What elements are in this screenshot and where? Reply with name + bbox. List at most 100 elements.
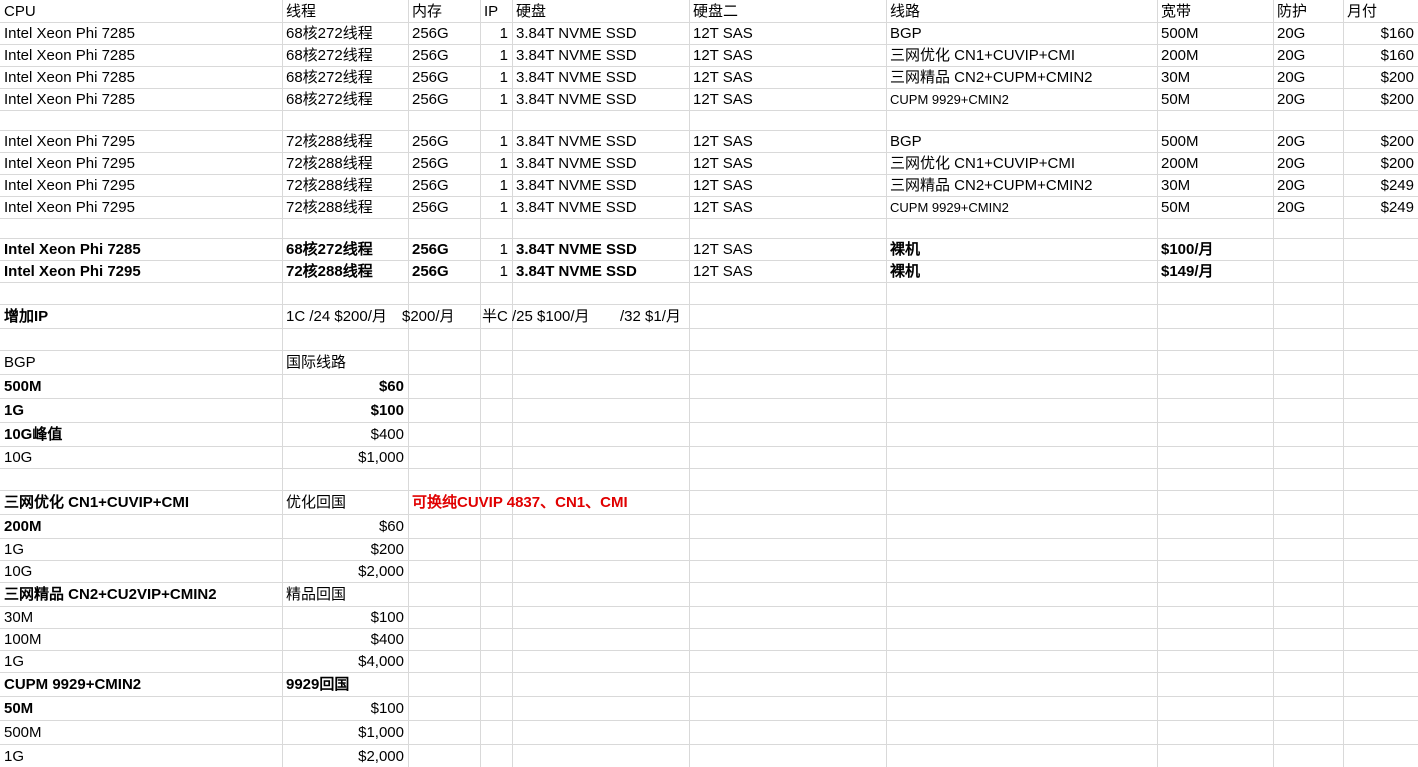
sheet-cell-r16-c1[interactable]: 国际线路 (282, 354, 408, 372)
sheet-cell-r18-c1[interactable]: $100 (282, 402, 408, 420)
sheet-cell-r12-c6[interactable]: 裸机 (886, 263, 1157, 281)
sheet-cell-r12-c1[interactable]: 72核288线程 (282, 263, 408, 281)
sheet-cell-r30-c1[interactable]: 9929回国 (282, 676, 408, 694)
sheet-cell-r12-c2[interactable]: 256G (408, 263, 480, 281)
sheet-cell-r12-c3[interactable]: 1 (480, 263, 512, 281)
sheet-cell-r9-c5[interactable]: 12T SAS (689, 199, 886, 217)
sheet-cell-r9-c8[interactable]: 20G (1273, 199, 1343, 217)
sheet-cell-r8-c2[interactable]: 256G (408, 177, 480, 195)
sheet-cell-r17-c0[interactable]: 500M (0, 378, 282, 396)
sheet-cell-r1-c2[interactable]: 256G (408, 25, 480, 43)
sheet-cell-r16-c0[interactable]: BGP (0, 354, 282, 372)
sheet-cell-r22-c2[interactable]: 可换纯CUVIP 4837、CN1、CMI (408, 494, 888, 512)
sheet-cell-r19-c1[interactable]: $400 (282, 426, 408, 444)
sheet-cell-r26-c1[interactable]: 精品回国 (282, 586, 408, 604)
sheet-cell-r7-c3[interactable]: 1 (480, 155, 512, 173)
sheet-cell-r8-c1[interactable]: 72核288线程 (282, 177, 408, 195)
sheet-cell-r24-c1[interactable]: $200 (282, 541, 408, 559)
sheet-cell-r7-c5[interactable]: 12T SAS (689, 155, 886, 173)
sheet-cell-r2-c5[interactable]: 12T SAS (689, 47, 886, 65)
sheet-cell-r9-c3[interactable]: 1 (480, 199, 512, 217)
sheet-cell-r33-c0[interactable]: 1G (0, 748, 282, 766)
sheet-cell-r14-c4[interactable]: /32 $1/月 (616, 308, 736, 326)
sheet-cell-r9-c9[interactable]: $249 (1343, 199, 1418, 217)
sheet-cell-r8-c7[interactable]: 30M (1157, 177, 1273, 195)
sheet-cell-r0-c7[interactable]: 宽带 (1157, 3, 1273, 21)
sheet-cell-r25-c1[interactable]: $2,000 (282, 563, 408, 581)
sheet-cell-r14-c0[interactable]: 增加IP (0, 308, 282, 326)
sheet-cell-r2-c4[interactable]: 3.84T NVME SSD (512, 47, 689, 65)
sheet-cell-r11-c4[interactable]: 3.84T NVME SSD (512, 241, 689, 259)
sheet-cell-r6-c0[interactable]: Intel Xeon Phi 7295 (0, 133, 282, 151)
sheet-cell-r2-c3[interactable]: 1 (480, 47, 512, 65)
sheet-cell-r0-c2[interactable]: 内存 (408, 3, 480, 21)
sheet-cell-r1-c8[interactable]: 20G (1273, 25, 1343, 43)
sheet-cell-r3-c2[interactable]: 256G (408, 69, 480, 87)
sheet-cell-r1-c4[interactable]: 3.84T NVME SSD (512, 25, 689, 43)
sheet-cell-r23-c1[interactable]: $60 (282, 518, 408, 536)
sheet-cell-r6-c4[interactable]: 3.84T NVME SSD (512, 133, 689, 151)
sheet-cell-r6-c3[interactable]: 1 (480, 133, 512, 151)
sheet-cell-r1-c5[interactable]: 12T SAS (689, 25, 886, 43)
sheet-cell-r4-c5[interactable]: 12T SAS (689, 91, 886, 109)
sheet-cell-r22-c0[interactable]: 三网优化 CN1+CUVIP+CMI (0, 494, 282, 512)
sheet-cell-r2-c8[interactable]: 20G (1273, 47, 1343, 65)
sheet-cell-r1-c3[interactable]: 1 (480, 25, 512, 43)
sheet-cell-r3-c6[interactable]: 三网精品 CN2+CUPM+CMIN2 (886, 69, 1157, 87)
sheet-cell-r23-c0[interactable]: 200M (0, 518, 282, 536)
sheet-cell-r2-c9[interactable]: $160 (1343, 47, 1418, 65)
sheet-cell-r8-c0[interactable]: Intel Xeon Phi 7295 (0, 177, 282, 195)
sheet-cell-r31-c1[interactable]: $100 (282, 700, 408, 718)
sheet-cell-r12-c5[interactable]: 12T SAS (689, 263, 886, 281)
sheet-cell-r4-c9[interactable]: $200 (1343, 91, 1418, 109)
sheet-cell-r11-c2[interactable]: 256G (408, 241, 480, 259)
sheet-cell-r7-c4[interactable]: 3.84T NVME SSD (512, 155, 689, 173)
sheet-cell-r6-c1[interactable]: 72核288线程 (282, 133, 408, 151)
sheet-cell-r9-c2[interactable]: 256G (408, 199, 480, 217)
sheet-cell-r6-c9[interactable]: $200 (1343, 133, 1418, 151)
sheet-cell-r2-c0[interactable]: Intel Xeon Phi 7285 (0, 47, 282, 65)
sheet-cell-r19-c0[interactable]: 10G峰值 (0, 426, 282, 444)
sheet-cell-r9-c7[interactable]: 50M (1157, 199, 1273, 217)
sheet-cell-r0-c9[interactable]: 月付 (1343, 3, 1418, 21)
sheet-cell-r0-c3[interactable]: IP (480, 3, 512, 21)
sheet-cell-r22-c1[interactable]: 优化回国 (282, 494, 408, 512)
sheet-cell-r1-c9[interactable]: $160 (1343, 25, 1418, 43)
sheet-cell-r7-c7[interactable]: 200M (1157, 155, 1273, 173)
sheet-cell-r33-c1[interactable]: $2,000 (282, 748, 408, 766)
sheet-cell-r11-c1[interactable]: 68核272线程 (282, 241, 408, 259)
sheet-cell-r1-c7[interactable]: 500M (1157, 25, 1273, 43)
sheet-cell-r3-c1[interactable]: 68核272线程 (282, 69, 408, 87)
sheet-cell-r14-c1[interactable]: 1C /24 $200/月 (282, 308, 402, 326)
sheet-cell-r11-c6[interactable]: 裸机 (886, 241, 1157, 259)
sheet-cell-r24-c0[interactable]: 1G (0, 541, 282, 559)
sheet-cell-r6-c6[interactable]: BGP (886, 133, 1157, 151)
sheet-cell-r8-c8[interactable]: 20G (1273, 177, 1343, 195)
sheet-cell-r9-c6[interactable]: CUPM 9929+CMIN2 (886, 199, 1157, 217)
sheet-cell-r1-c6[interactable]: BGP (886, 25, 1157, 43)
sheet-cell-r11-c0[interactable]: Intel Xeon Phi 7285 (0, 241, 282, 259)
sheet-cell-r2-c6[interactable]: 三网优化 CN1+CUVIP+CMI (886, 47, 1157, 65)
sheet-cell-r6-c5[interactable]: 12T SAS (689, 133, 886, 151)
sheet-cell-r3-c0[interactable]: Intel Xeon Phi 7285 (0, 69, 282, 87)
sheet-cell-r4-c2[interactable]: 256G (408, 91, 480, 109)
sheet-cell-r8-c5[interactable]: 12T SAS (689, 177, 886, 195)
sheet-cell-r4-c4[interactable]: 3.84T NVME SSD (512, 91, 689, 109)
sheet-cell-r0-c4[interactable]: 硬盘 (512, 3, 689, 21)
sheet-cell-r4-c3[interactable]: 1 (480, 91, 512, 109)
sheet-cell-r0-c0[interactable]: CPU (0, 3, 282, 21)
sheet-cell-r7-c0[interactable]: Intel Xeon Phi 7295 (0, 155, 282, 173)
sheet-cell-r12-c0[interactable]: Intel Xeon Phi 7295 (0, 263, 282, 281)
sheet-cell-r11-c7[interactable]: $100/月 (1157, 241, 1273, 259)
sheet-cell-r9-c0[interactable]: Intel Xeon Phi 7295 (0, 199, 282, 217)
sheet-cell-r7-c2[interactable]: 256G (408, 155, 480, 173)
sheet-cell-r29-c1[interactable]: $4,000 (282, 653, 408, 671)
sheet-cell-r31-c0[interactable]: 50M (0, 700, 282, 718)
sheet-cell-r11-c3[interactable]: 1 (480, 241, 512, 259)
sheet-cell-r8-c6[interactable]: 三网精品 CN2+CUPM+CMIN2 (886, 177, 1157, 195)
sheet-cell-r12-c7[interactable]: $149/月 (1157, 263, 1273, 281)
sheet-cell-r8-c4[interactable]: 3.84T NVME SSD (512, 177, 689, 195)
sheet-cell-r8-c3[interactable]: 1 (480, 177, 512, 195)
sheet-cell-r4-c0[interactable]: Intel Xeon Phi 7285 (0, 91, 282, 109)
sheet-cell-r30-c0[interactable]: CUPM 9929+CMIN2 (0, 676, 282, 694)
